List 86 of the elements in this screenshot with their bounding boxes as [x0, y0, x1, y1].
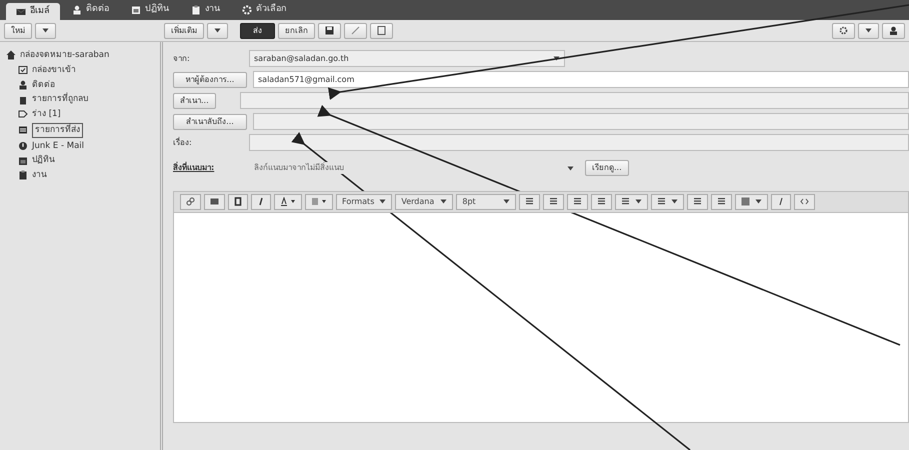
person-icon — [72, 5, 82, 15]
clipboard-icon — [18, 170, 28, 180]
bold-icon[interactable] — [228, 194, 248, 210]
outdent-icon[interactable] — [687, 194, 708, 210]
sent-icon — [18, 125, 28, 136]
attachment-select[interactable]: ลิงก์แนบมาจากไม่มีสิ่งแนบ — [249, 160, 579, 176]
document-icon[interactable] — [370, 22, 393, 38]
caret-icon — [440, 199, 448, 204]
size-dropdown[interactable]: 8pt — [456, 194, 516, 210]
calendar-icon — [131, 5, 141, 15]
settings-icon[interactable] — [832, 22, 855, 38]
calendar-icon — [18, 156, 28, 166]
format-dropdown[interactable]: Formats — [336, 194, 392, 210]
folder-item[interactable]: ปฏิทิน — [4, 153, 160, 168]
app-tab[interactable]: อีเมล์ — [6, 3, 60, 20]
image-icon[interactable] — [204, 194, 225, 210]
align-left-icon[interactable] — [519, 194, 540, 210]
save-icon[interactable] — [318, 22, 341, 38]
folder-item[interactable]: กล่องจดหมาย-saraban — [4, 48, 160, 63]
numbered-list-button[interactable] — [651, 194, 684, 210]
folder-item[interactable]: Junk E - Mail — [4, 138, 160, 154]
align-right-icon[interactable] — [567, 194, 588, 210]
caret-icon — [553, 56, 560, 61]
subject-field[interactable] — [249, 134, 909, 151]
bullet-list-icon — [621, 197, 630, 206]
dropdown-button[interactable] — [207, 22, 228, 38]
numbered-list-icon — [657, 197, 666, 206]
caret-icon — [42, 28, 49, 33]
person-icon — [18, 80, 28, 90]
indent-icon[interactable] — [711, 194, 732, 210]
caret-icon — [865, 28, 872, 33]
caret-icon — [755, 199, 762, 204]
folder-item[interactable]: รายการที่ส่ง — [4, 122, 160, 138]
new-button[interactable]: ใหม่ — [4, 22, 32, 38]
justify-icon[interactable] — [591, 194, 612, 210]
trash-icon — [18, 94, 28, 105]
table-button[interactable] — [735, 194, 768, 210]
from-select[interactable]: saraban@saladan.go.th — [249, 50, 565, 67]
attachment-label: สิ่งที่แนบมา: — [173, 162, 216, 174]
folder-item[interactable]: ติดต่อ — [4, 78, 160, 92]
draft-icon — [18, 109, 28, 120]
align-center-icon[interactable] — [543, 194, 564, 210]
clipboard-icon — [191, 5, 201, 15]
caret-icon — [635, 199, 642, 204]
folder-item[interactable]: งาน — [4, 168, 160, 183]
cc-field[interactable] — [240, 92, 909, 109]
bullet-list-button[interactable] — [615, 194, 648, 210]
envelope-icon — [16, 6, 26, 16]
folder-item[interactable]: กล่องขาเข้า — [4, 62, 160, 78]
cc-button[interactable]: สำเนา... — [173, 92, 216, 108]
user-icon[interactable] — [882, 22, 905, 38]
home-icon — [6, 50, 16, 60]
app-tab[interactable]: ตัวเลือก — [232, 0, 296, 20]
caret-icon — [671, 199, 678, 204]
app-tab[interactable]: ติดต่อ — [62, 0, 119, 20]
text-color-icon[interactable] — [274, 194, 302, 210]
dropdown-button[interactable] — [858, 22, 879, 38]
bcc-button[interactable]: สำเนาลับถึง... — [173, 114, 247, 130]
browse-button[interactable]: เรียกดู... — [585, 160, 629, 176]
folder-item[interactable]: รายการที่ถูกลบ — [4, 92, 160, 107]
caret-icon — [503, 199, 510, 204]
app-tab[interactable]: งาน — [181, 0, 230, 20]
caret-icon — [379, 199, 386, 204]
more-button[interactable]: เพิ่มเติม — [164, 22, 204, 38]
dropdown-button[interactable] — [35, 22, 56, 38]
source-icon[interactable] — [794, 194, 816, 210]
caret-icon — [567, 166, 574, 170]
junk-icon — [18, 140, 28, 151]
send-button[interactable]: ส่ง — [240, 22, 275, 38]
bcc-field[interactable] — [253, 113, 909, 130]
app-tab[interactable]: ปฏิทิน — [121, 0, 179, 20]
cancel-button[interactable]: ยกเลิก — [278, 22, 315, 38]
folder-item[interactable]: ร่าง [1] — [4, 107, 160, 122]
to-button[interactable]: หาผู้ต้องการ... — [173, 72, 247, 88]
font-dropdown[interactable]: Verdana — [395, 194, 454, 210]
caret-icon — [214, 28, 221, 33]
italic-icon[interactable] — [251, 194, 271, 210]
table-icon — [741, 197, 750, 206]
inbox-icon — [18, 65, 28, 76]
to-field[interactable]: saladan571@gmail.com — [253, 71, 909, 88]
message-body-field[interactable] — [173, 212, 909, 422]
subject-label: เรื่อง: — [173, 136, 193, 148]
link-icon[interactable] — [180, 194, 201, 210]
from-label: จาก: — [173, 52, 191, 64]
gear-icon — [242, 5, 252, 15]
clear-format-icon[interactable] — [771, 194, 792, 210]
